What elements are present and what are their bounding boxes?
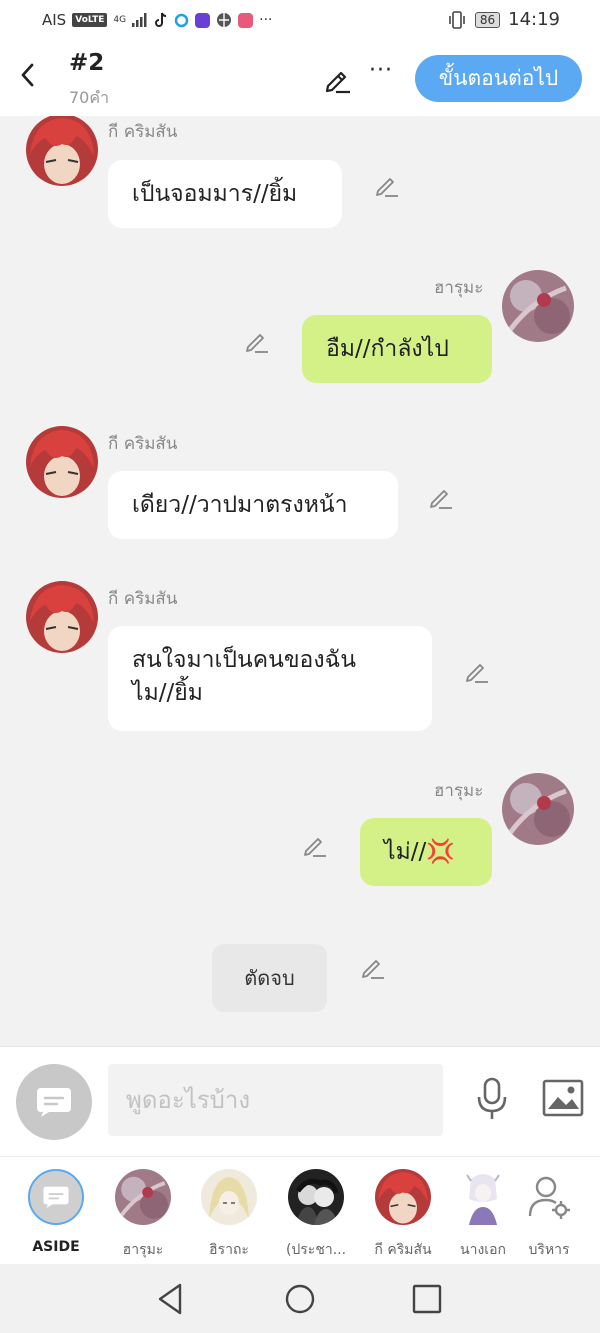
character-label: ฮารุมะ [122, 1242, 164, 1258]
avatar-haruma[interactable] [502, 270, 574, 342]
app-icon-pig [238, 12, 254, 28]
character-pracha[interactable]: (ประชา... [276, 1169, 356, 1261]
avatar-kee-crimson[interactable] [26, 581, 98, 653]
q-app-icon [174, 13, 189, 27]
sender-name: กี คริมสัน [108, 434, 178, 454]
character-label: ASIDE [32, 1239, 80, 1255]
volte-badge: VoLTE [72, 13, 108, 27]
avatar-haruma[interactable] [502, 773, 574, 845]
message-text: เป็นจอมมาร//ยิ้ม [132, 181, 298, 207]
chat-header: #2 70คำ ··· ขั้นตอนต่อไป [0, 42, 600, 116]
avatar-kee-crimson[interactable] [26, 426, 98, 498]
nav-recents-icon[interactable] [410, 1282, 444, 1316]
app-icon-purple [195, 12, 211, 28]
status-bar: AIS VoLTE 4G ··· 86 14:19 [0, 0, 600, 42]
avatar-kee-crimson[interactable] [26, 116, 98, 186]
message-text: ไม่//💢 [384, 839, 455, 865]
more-options-icon[interactable]: ··· [369, 58, 393, 83]
edit-message-icon[interactable] [360, 954, 386, 980]
sender-name: กี คริมสัน [108, 122, 178, 142]
avatar [375, 1169, 431, 1225]
network-label: 4G [113, 14, 127, 25]
character-aside[interactable]: ASIDE [16, 1169, 96, 1255]
nav-home-icon[interactable] [283, 1282, 317, 1316]
message-bubble[interactable]: สนใจมาเป็นคนของฉัน ไม//ยิ้ม [108, 626, 432, 731]
message-bubble[interactable]: เดียว//วาปมาตรงหน้า [108, 471, 398, 539]
sender-name: กี คริมสัน [108, 589, 178, 609]
avatar [455, 1169, 511, 1225]
more-notifications-icon: ··· [259, 12, 273, 28]
microphone-icon[interactable] [474, 1077, 510, 1121]
tiktok-icon [155, 12, 167, 27]
message-bubble[interactable]: เป็นจอมมาร//ยิ้ม [108, 160, 342, 228]
message-input[interactable] [108, 1064, 443, 1136]
character-selector: ASIDE ฮารุมะ ฮิราถะ (ประชา... กี คริมสัน… [0, 1156, 600, 1264]
nav-back-icon[interactable] [154, 1282, 188, 1316]
message-text-line: สนใจมาเป็นคนของฉัน [132, 647, 356, 673]
system-navigation-bar [0, 1264, 600, 1333]
edit-message-icon[interactable] [244, 328, 270, 354]
message-text: เดียว//วาปมาตรงหน้า [132, 492, 348, 518]
message-text-line: ไม//ยิ้ม [132, 680, 203, 706]
browser-icon [217, 13, 232, 27]
message-bubble[interactable]: ไม่//💢 [360, 818, 492, 886]
message-bubble[interactable]: อืม//กำลังไป [302, 315, 492, 383]
manage-characters-icon [521, 1169, 577, 1225]
character-label: (ประชา... [285, 1242, 347, 1258]
vibrate-icon [449, 10, 465, 29]
edit-message-icon[interactable] [428, 484, 454, 510]
character-label: กี คริมสัน [374, 1242, 432, 1258]
avatar [115, 1169, 171, 1225]
carrier-label: AIS [42, 11, 67, 29]
character-haruma[interactable]: ฮารุมะ [103, 1169, 183, 1261]
edit-message-icon[interactable] [374, 172, 400, 198]
aside-chat-icon [37, 1088, 71, 1117]
sender-name: ฮารุมะ [434, 781, 484, 801]
image-upload-icon[interactable] [542, 1079, 584, 1117]
character-label: ฮิราถะ [209, 1242, 249, 1258]
avatar [201, 1169, 257, 1225]
sender-name: ฮารุมะ [434, 278, 484, 298]
edit-pen-icon[interactable] [322, 64, 352, 94]
signal-icon [132, 13, 147, 27]
word-count: 70คำ [69, 88, 110, 107]
next-step-button[interactable]: ขั้นตอนต่อไป [415, 55, 582, 102]
character-label: บริหาร [528, 1242, 570, 1258]
aside-avatar [28, 1169, 84, 1225]
clock: 14:19 [508, 9, 560, 30]
character-label: นางเอก [460, 1242, 506, 1258]
edit-message-icon[interactable] [464, 658, 490, 684]
manage-characters-button[interactable]: บริหาร [509, 1169, 589, 1261]
status-right: 86 14:19 [447, 9, 560, 30]
compose-bar [0, 1046, 600, 1156]
edit-message-icon[interactable] [302, 832, 328, 858]
character-hiratha[interactable]: ฮิราถะ [189, 1169, 269, 1261]
end-story-chip[interactable]: ตัดจบ [212, 944, 327, 1012]
story-title: #2 [69, 50, 105, 76]
message-text: อืม//กำลังไป [326, 336, 449, 362]
aside-toggle-button[interactable] [16, 1064, 92, 1140]
battery-indicator: 86 [474, 11, 501, 28]
status-left: AIS VoLTE 4G ··· [42, 11, 272, 29]
back-arrow-icon[interactable] [16, 60, 40, 90]
aside-chat-icon [43, 1186, 69, 1209]
chat-area[interactable]: กี คริมสัน เป็นจอมมาร//ยิ้ม ฮารุมะ อืม//… [0, 116, 600, 1046]
avatar [288, 1169, 344, 1225]
character-kee-crimson[interactable]: กี คริมสัน [363, 1169, 443, 1261]
